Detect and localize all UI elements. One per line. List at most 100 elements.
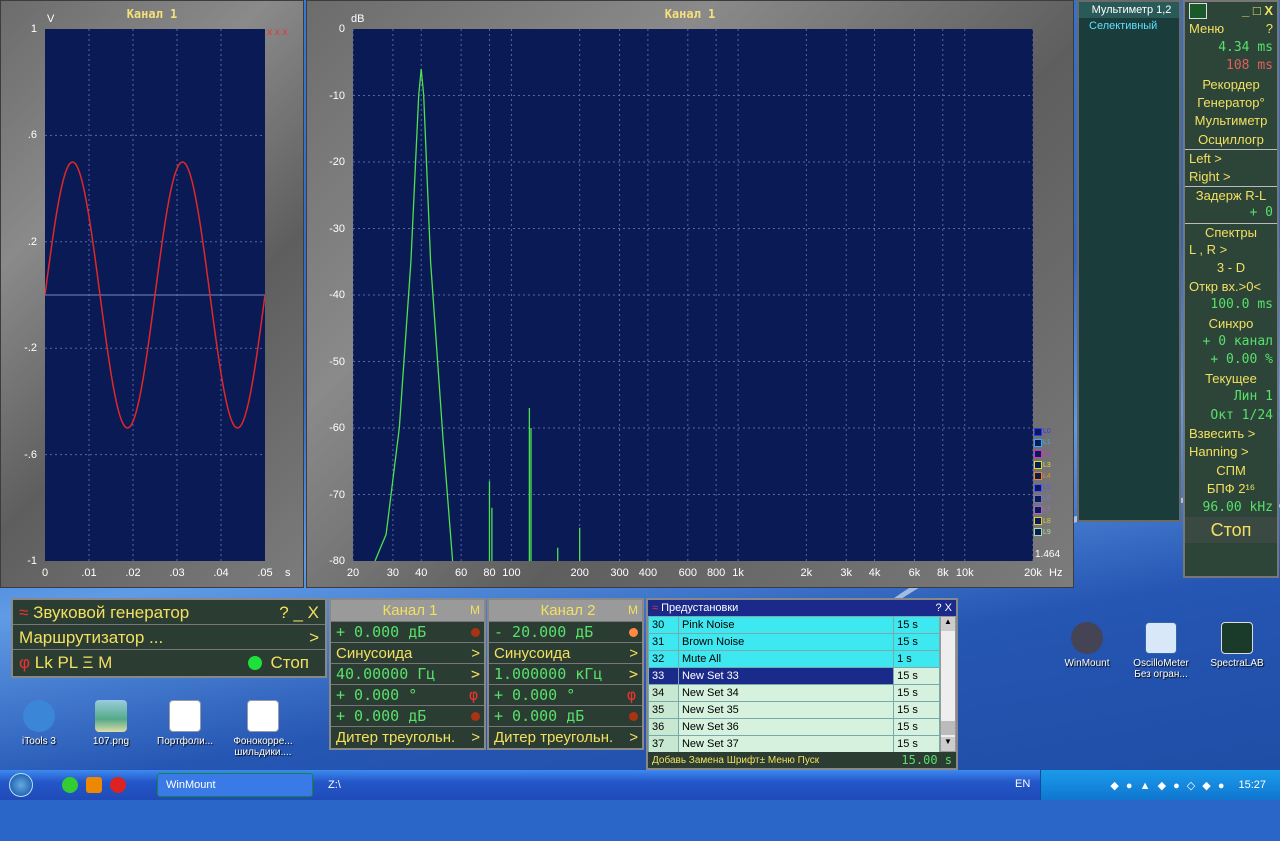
clock[interactable]: 15:27 — [1238, 779, 1266, 791]
channel-arrow[interactable]: > — [629, 643, 638, 663]
menu-item[interactable]: + 0.00 % — [1185, 351, 1277, 369]
legend-item[interactable]: L1 — [1034, 437, 1051, 448]
phi-icon[interactable]: φ — [627, 685, 636, 705]
preset-name[interactable]: New Set 33 — [677, 667, 895, 685]
legend-item[interactable]: L6 — [1034, 493, 1051, 504]
menu-item[interactable]: L , R > — [1185, 241, 1277, 259]
legend-item[interactable]: L0 — [1034, 426, 1051, 437]
preset-duration[interactable]: 15 s — [893, 718, 940, 736]
presets-help[interactable]: ? — [935, 602, 941, 614]
menu-title[interactable]: Меню — [1189, 20, 1224, 38]
channel-phase[interactable]: + 0.000 ° — [336, 685, 417, 705]
channel-dither[interactable]: Дитер треугольн. — [336, 727, 455, 747]
preset-number[interactable]: 32 — [648, 650, 679, 668]
router-arrow[interactable]: > — [309, 625, 319, 649]
desktop-icon-oscillometer[interactable]: OscilloMeter Без огран... — [1124, 622, 1198, 680]
menu-item[interactable]: Left > — [1185, 149, 1277, 167]
taskbar-button-z[interactable]: Z:\ — [320, 773, 476, 797]
menu-item[interactable]: Стоп — [1185, 516, 1277, 543]
multimeter-row[interactable]: Селективный — [1084, 18, 1179, 34]
desktop-icon-spectralab[interactable]: SpectraLAB — [1200, 622, 1274, 669]
channel-indicator-icon[interactable] — [471, 711, 480, 721]
preset-row[interactable]: 30 Pink Noise 15 s — [648, 616, 940, 634]
channel-mute[interactable]: M — [470, 600, 480, 621]
menu-item[interactable]: 100.0 ms — [1185, 296, 1277, 314]
menu-item[interactable]: Откр вх.>0< — [1185, 278, 1277, 296]
preset-row[interactable]: 31 Brown Noise 15 s — [648, 633, 940, 651]
desktop-icon-winmount[interactable]: WinMount — [1050, 622, 1124, 669]
menu-item[interactable]: Осциллогр — [1185, 131, 1277, 149]
multimeter-title[interactable]: Мультиметр 1,2 — [1079, 2, 1179, 19]
presets-close[interactable]: X — [945, 602, 952, 614]
menu-item[interactable]: Мультиметр — [1185, 112, 1277, 130]
desktop-icon-107png[interactable]: 107.png — [74, 700, 148, 747]
generator-stop-button[interactable]: Стоп — [270, 650, 309, 675]
osc-corner-marks[interactable]: x x x — [267, 27, 288, 38]
menu-item[interactable]: Лин 1 — [1185, 388, 1277, 406]
channel-arrow[interactable]: > — [471, 643, 480, 663]
channel-waveform[interactable]: Синусоида — [336, 643, 412, 663]
preset-name[interactable]: New Set 36 — [677, 718, 895, 736]
preset-name[interactable]: New Set 35 — [677, 701, 895, 719]
preset-number[interactable]: 31 — [648, 633, 679, 651]
language-indicator[interactable]: EN — [1015, 778, 1030, 790]
phi-icon[interactable]: φ — [19, 653, 30, 672]
menu-item[interactable]: 96.00 kHz — [1185, 499, 1277, 517]
taskbar-button-winmount[interactable]: WinMount — [157, 773, 313, 797]
preset-duration[interactable]: 15 s — [893, 735, 940, 753]
menu-item[interactable]: + 0 — [1185, 204, 1277, 222]
start-button[interactable] — [0, 770, 42, 800]
legend-item[interactable]: L7 — [1034, 504, 1051, 515]
preset-duration[interactable]: 15 s — [893, 684, 940, 702]
menu-window-controls[interactable]: _ □ X — [1242, 2, 1273, 20]
preset-name[interactable]: New Set 37 — [677, 735, 895, 753]
channel-arrow[interactable]: > — [471, 727, 480, 747]
generator-close[interactable]: X — [308, 603, 319, 622]
generator-flags[interactable]: Lk PL Ξ M — [35, 653, 113, 672]
preset-row[interactable]: 35 New Set 35 15 s — [648, 701, 940, 719]
menu-item[interactable]: Окт 1/24 — [1185, 407, 1277, 425]
generator-title[interactable]: Звуковой генератор — [33, 603, 189, 622]
channel-offset[interactable]: + 0.000 дБ — [336, 706, 426, 726]
channel-level[interactable]: - 20.000 дБ — [494, 622, 593, 642]
menu-item[interactable]: Задерж R-L — [1185, 185, 1277, 204]
channel-dither[interactable]: Дитер треугольн. — [494, 727, 613, 747]
preset-name[interactable]: Pink Noise — [677, 616, 895, 634]
channel-indicator-icon[interactable] — [471, 627, 480, 637]
legend-item[interactable]: L4 — [1034, 471, 1051, 482]
osc-plot-area[interactable] — [45, 29, 265, 561]
channel-offset[interactable]: + 0.000 дБ — [494, 706, 584, 726]
menu-item[interactable]: Взвесить > — [1185, 425, 1277, 443]
preset-number[interactable]: 33 — [648, 667, 679, 685]
menu-item[interactable]: 3 - D — [1185, 259, 1277, 277]
preset-duration[interactable]: 15 s — [893, 616, 940, 634]
preset-row[interactable]: 33 New Set 33 15 s — [648, 667, 940, 685]
preset-row[interactable]: 34 New Set 34 15 s — [648, 684, 940, 702]
preset-duration[interactable]: 15 s — [893, 633, 940, 651]
preset-number[interactable]: 37 — [648, 735, 679, 753]
menu-item[interactable]: БПФ 2¹⁶ — [1185, 480, 1277, 498]
preset-number[interactable]: 34 — [648, 684, 679, 702]
channel-arrow[interactable]: > — [629, 664, 638, 684]
phi-icon[interactable]: φ — [469, 685, 478, 705]
menu-item[interactable]: + 0 канал — [1185, 333, 1277, 351]
legend-item[interactable]: L8 — [1034, 516, 1051, 527]
generator-minimize[interactable]: _ — [293, 603, 302, 622]
presets-scrollbar[interactable]: ▲ ▼ — [940, 616, 956, 752]
channel-frequency[interactable]: 1.000000 кГц — [494, 664, 602, 684]
preset-duration[interactable]: 15 s — [893, 667, 940, 685]
menu-item[interactable]: Right > — [1185, 168, 1277, 186]
legend-item[interactable]: L2 — [1034, 448, 1051, 459]
preset-number[interactable]: 36 — [648, 718, 679, 736]
desktop-icon-itools[interactable]: iTools 3 — [2, 700, 76, 747]
tray-icons[interactable]: ◆ ● ▲ ◆ ● ◇ ◆ ● — [1110, 779, 1226, 792]
channel-frequency[interactable]: 40.00000 Гц — [336, 664, 435, 684]
desktop-icon-phono[interactable]: Фонокорре... шильдики.... — [226, 700, 300, 758]
channel-indicator-icon[interactable] — [629, 711, 638, 721]
menu-item[interactable]: Текущее — [1185, 370, 1277, 388]
preset-duration[interactable]: 15 s — [893, 701, 940, 719]
router-button[interactable]: Маршрутизатор ... — [19, 625, 163, 649]
desktop-icon-portfolio[interactable]: Портфоли... — [148, 700, 222, 747]
channel-waveform[interactable]: Синусоида — [494, 643, 570, 663]
preset-row[interactable]: 36 New Set 36 15 s — [648, 718, 940, 736]
